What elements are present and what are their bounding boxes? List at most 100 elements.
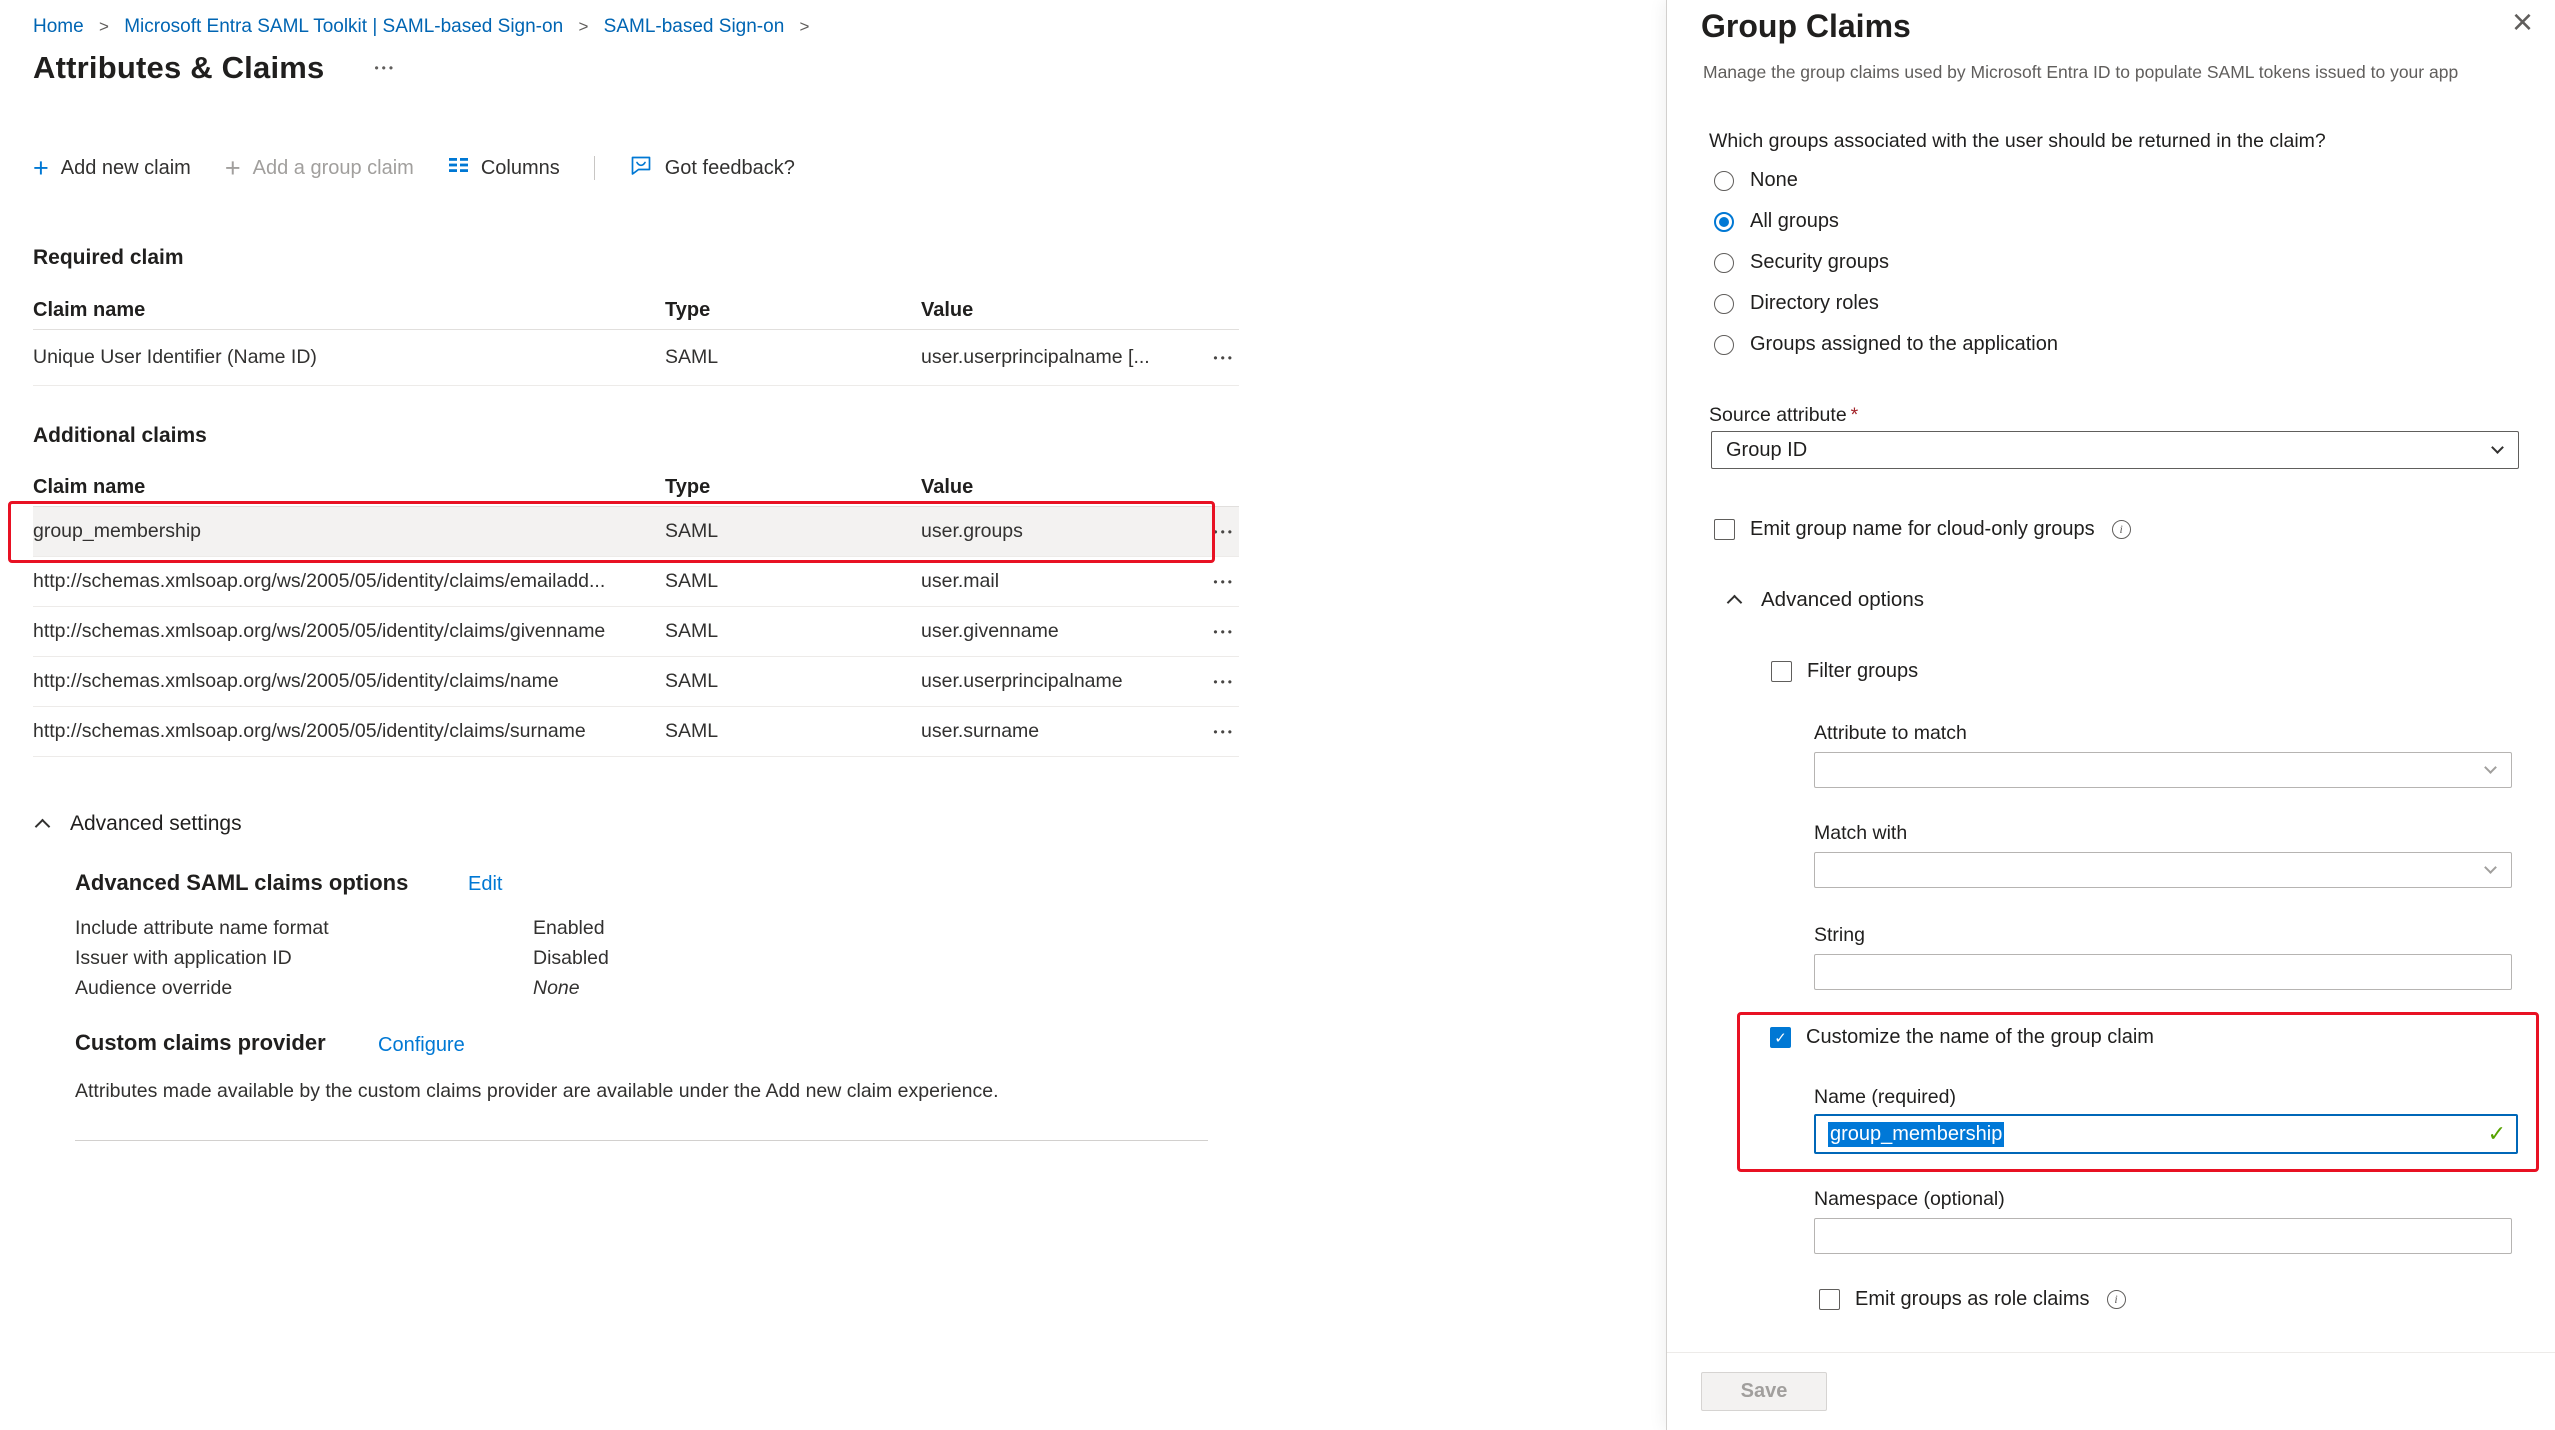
radio-groups-assigned[interactable]: Groups assigned to the application: [1714, 324, 2058, 365]
divider: [1667, 1352, 2555, 1353]
panel-title: Group Claims: [1701, 8, 1911, 45]
name-required-label: Name (required): [1814, 1086, 1956, 1109]
string-input[interactable]: [1814, 954, 2512, 990]
source-attribute-label: Source attribute*: [1709, 404, 1858, 427]
advanced-saml-options-heading: Advanced SAML claims options: [75, 870, 408, 896]
breadcrumb-home[interactable]: Home: [33, 16, 84, 37]
feedback-button[interactable]: Got feedback?: [629, 153, 795, 183]
claim-type: SAML: [665, 520, 921, 543]
claim-value: user.userprincipalname: [921, 670, 1189, 693]
chevron-down-icon: [2484, 761, 2497, 774]
claim-value: user.givenname: [921, 620, 1189, 643]
feedback-icon: [629, 153, 653, 183]
string-label: String: [1814, 924, 1865, 947]
option-value: Disabled: [533, 947, 609, 970]
configure-link[interactable]: Configure: [378, 1034, 465, 1057]
page-title: Attributes & Claims: [33, 50, 324, 86]
radio-none[interactable]: None: [1714, 160, 2058, 201]
checkbox-icon: ✓: [1771, 661, 1792, 682]
claim-type: SAML: [665, 346, 921, 369]
chevron-up-icon: [35, 818, 51, 834]
screen: Home > Microsoft Entra SAML Toolkit | SA…: [0, 0, 2555, 1430]
col-value: Value: [921, 299, 1189, 322]
radio-label: Directory roles: [1750, 292, 1879, 315]
radio-label: All groups: [1750, 210, 1839, 233]
checkbox-icon: ✓: [1770, 1027, 1791, 1048]
table-row[interactable]: http://schemas.xmlsoap.org/ws/2005/05/id…: [33, 707, 1239, 757]
name-input-selected-text: group_membership: [1828, 1122, 2004, 1147]
checkbox-label: Customize the name of the group claim: [1806, 1026, 2154, 1049]
save-button[interactable]: Save: [1701, 1372, 1827, 1411]
required-asterisk: *: [1851, 404, 1859, 426]
col-claim-name: Claim name: [33, 476, 665, 499]
namespace-label: Namespace (optional): [1814, 1188, 2005, 1211]
breadcrumb-separator: >: [578, 17, 588, 36]
advanced-options-label: Advanced options: [1761, 588, 1924, 612]
plus-icon: +: [33, 158, 49, 178]
col-value: Value: [921, 476, 1189, 499]
group-claims-panel: Group Claims × Manage the group claims u…: [1666, 0, 2555, 1430]
radio-icon: [1714, 294, 1734, 314]
claim-type: SAML: [665, 570, 921, 593]
chevron-down-icon: [2491, 441, 2504, 454]
add-group-claim-button[interactable]: + Add a group claim: [225, 157, 414, 180]
claim-type: SAML: [665, 670, 921, 693]
emit-cloud-only-checkbox[interactable]: ✓ Emit group name for cloud-only groups …: [1714, 518, 2131, 541]
row-more-icon[interactable]: •••: [1209, 519, 1239, 545]
radio-label: Security groups: [1750, 251, 1889, 274]
add-new-claim-button[interactable]: + Add new claim: [33, 157, 191, 180]
custom-claims-provider-description: Attributes made available by the custom …: [75, 1080, 999, 1103]
claim-value: user.surname: [921, 720, 1189, 743]
row-more-icon[interactable]: •••: [1209, 569, 1239, 595]
radio-directory-roles[interactable]: Directory roles: [1714, 283, 2058, 324]
namespace-input[interactable]: [1814, 1218, 2512, 1254]
emit-roles-checkbox[interactable]: ✓ Emit groups as role claims i: [1819, 1288, 2126, 1311]
filter-groups-checkbox[interactable]: ✓ Filter groups: [1771, 660, 1918, 683]
row-more-icon[interactable]: •••: [1209, 669, 1239, 695]
col-type: Type: [665, 299, 921, 322]
claim-name: http://schemas.xmlsoap.org/ws/2005/05/id…: [33, 670, 665, 693]
table-row[interactable]: http://schemas.xmlsoap.org/ws/2005/05/id…: [33, 657, 1239, 707]
table-row[interactable]: http://schemas.xmlsoap.org/ws/2005/05/id…: [33, 557, 1239, 607]
option-value: Enabled: [533, 917, 609, 940]
table-row-group-membership[interactable]: group_membership SAML user.groups •••: [33, 507, 1239, 557]
option-row: Include attribute name format Enabled: [75, 913, 609, 943]
page-more-icon[interactable]: •••: [372, 55, 398, 81]
breadcrumb-saml-signon[interactable]: SAML-based Sign-on: [604, 16, 785, 37]
required-claims-table: Claim name Type Value Unique User Identi…: [33, 292, 1239, 386]
breadcrumb-app[interactable]: Microsoft Entra SAML Toolkit | SAML-base…: [124, 16, 563, 37]
divider: [75, 1140, 1208, 1141]
source-attribute-select[interactable]: Group ID: [1711, 431, 2519, 469]
attribute-to-match-select[interactable]: [1814, 752, 2512, 788]
columns-button[interactable]: Columns: [448, 156, 560, 180]
row-more-icon[interactable]: •••: [1209, 619, 1239, 645]
match-with-select[interactable]: [1814, 852, 2512, 888]
close-icon[interactable]: ×: [2512, 4, 2533, 40]
info-icon: i: [2112, 520, 2131, 539]
advanced-options-toggle[interactable]: Advanced options: [1729, 588, 1924, 612]
option-label: Audience override: [75, 977, 533, 1000]
row-more-icon[interactable]: •••: [1209, 345, 1239, 371]
name-input[interactable]: group_membership ✓: [1814, 1114, 2518, 1154]
row-more-icon[interactable]: •••: [1209, 719, 1239, 745]
radio-icon: [1714, 335, 1734, 355]
chevron-down-icon: [2484, 861, 2497, 874]
advanced-settings-toggle[interactable]: Advanced settings: [37, 812, 242, 836]
additional-claims-table: Claim name Type Value group_membership S…: [33, 469, 1239, 757]
custom-claims-provider-heading: Custom claims provider: [75, 1030, 326, 1056]
radio-security-groups[interactable]: Security groups: [1714, 242, 2058, 283]
customize-name-checkbox[interactable]: ✓ Customize the name of the group claim: [1770, 1026, 2154, 1049]
info-icon: i: [2107, 1290, 2126, 1309]
claim-name: group_membership: [33, 520, 665, 543]
claim-type: SAML: [665, 720, 921, 743]
option-label: Issuer with application ID: [75, 947, 533, 970]
select-value: Group ID: [1726, 439, 1807, 462]
plus-icon: +: [225, 158, 241, 178]
table-row[interactable]: Unique User Identifier (Name ID) SAML us…: [33, 330, 1239, 386]
radio-all-groups[interactable]: All groups: [1714, 201, 2058, 242]
breadcrumb-separator: >: [99, 17, 109, 36]
table-row[interactable]: http://schemas.xmlsoap.org/ws/2005/05/id…: [33, 607, 1239, 657]
group-claims-question: Which groups associated with the user sh…: [1709, 130, 2326, 153]
edit-link[interactable]: Edit: [468, 873, 502, 896]
command-bar: + Add new claim + Add a group claim Colu…: [33, 148, 795, 188]
